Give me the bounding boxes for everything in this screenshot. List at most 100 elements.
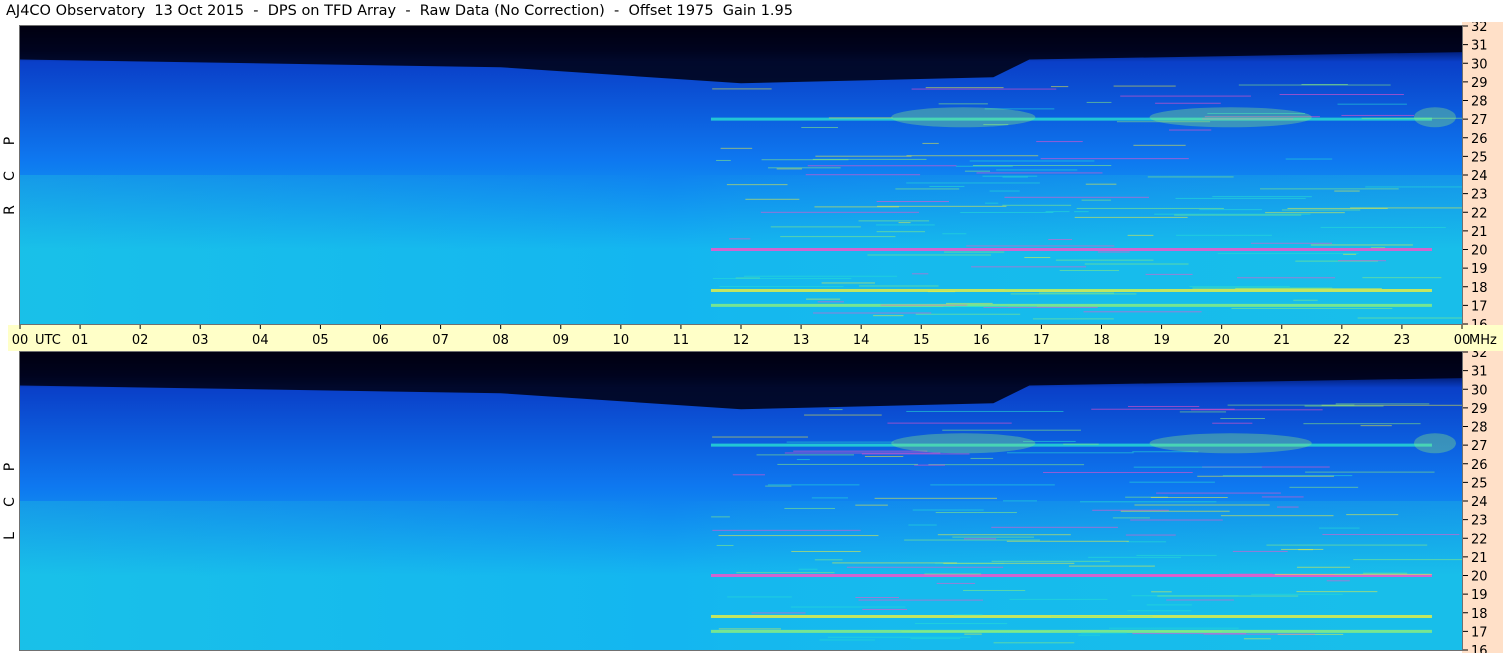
- band-line-17mhz: [710, 629, 1432, 633]
- interference-line: [1084, 263, 1189, 265]
- time-tick-label-5: 05: [312, 333, 329, 348]
- interference-line: [1010, 293, 1137, 295]
- interference-line: [943, 562, 1075, 564]
- freq-tick-label-29: 29: [1471, 402, 1488, 417]
- interference-line: [720, 147, 753, 149]
- interference-line: [780, 236, 896, 238]
- interference-line: [1274, 573, 1432, 575]
- interference-line: [1113, 85, 1176, 87]
- interference-line: [858, 599, 984, 601]
- time-tick-label-12: 12: [733, 333, 750, 348]
- interference-line: [985, 202, 999, 204]
- interference-line: [908, 524, 937, 526]
- interference-line: [1293, 299, 1318, 301]
- freq-tick-label-18: 18: [1471, 607, 1488, 622]
- interference-line: [942, 233, 967, 235]
- interference-line: [817, 301, 844, 303]
- interference-line: [1320, 226, 1446, 228]
- interference-line: [745, 198, 800, 200]
- time-tick-label-14: 14: [853, 333, 870, 348]
- interference-line: [1074, 211, 1089, 213]
- freq-tick-label-20: 20: [1471, 244, 1488, 259]
- interference-line: [1133, 144, 1186, 146]
- interference-line: [712, 88, 772, 90]
- interference-line: [1024, 257, 1051, 259]
- time-tick-label-24: 00: [1454, 333, 1471, 348]
- rcp-letter-r: R: [2, 205, 18, 215]
- interference-line: [1217, 252, 1359, 254]
- interference-line: [1175, 197, 1306, 199]
- freq-tick-label-20: 20: [1471, 570, 1488, 585]
- interference-line: [819, 639, 876, 641]
- interference-line: [1002, 204, 1072, 206]
- freq-tick-label-31: 31: [1471, 39, 1488, 54]
- lcp-letter-l: L: [2, 532, 18, 540]
- interference-line: [895, 188, 960, 190]
- interference-line: [963, 589, 1026, 591]
- interference-line: [989, 190, 1020, 192]
- active-patch-0: [891, 433, 1036, 454]
- interference-line: [712, 436, 808, 438]
- active-patch-2: [1413, 433, 1456, 454]
- interference-line: [861, 453, 970, 455]
- freq-tick-label-31: 31: [1471, 365, 1488, 380]
- interference-line: [862, 608, 908, 610]
- freq-tick-label-21: 21: [1471, 551, 1488, 566]
- time-tick-label-11: 11: [673, 333, 690, 348]
- interference-line: [1231, 307, 1393, 309]
- interference-line: [911, 88, 1057, 90]
- interference-line: [1343, 253, 1357, 255]
- interference-line: [1040, 158, 1189, 160]
- interference-line: [877, 205, 1007, 207]
- interference-line: [858, 220, 930, 222]
- interference-line: [991, 526, 1118, 528]
- freq-tick-label-26: 26: [1471, 132, 1488, 147]
- interference-line: [1092, 509, 1169, 511]
- freq-tick-label-19: 19: [1471, 588, 1488, 603]
- interference-line: [1303, 423, 1421, 425]
- interference-line: [1341, 114, 1415, 116]
- interference-line: [914, 623, 1008, 625]
- interference-line: [1365, 186, 1462, 188]
- time-tick-label-17: 17: [1033, 333, 1050, 348]
- freq-tick-label-29: 29: [1471, 76, 1488, 91]
- interference-line: [924, 573, 982, 575]
- interference-line: [1078, 634, 1101, 636]
- chart-title: AJ4CO Observatory 13 Oct 2015 - DPS on T…: [6, 3, 793, 19]
- time-tick-label-23: 23: [1394, 333, 1411, 348]
- time-tick-label-1: 01: [72, 333, 89, 348]
- interference-line: [1048, 239, 1073, 241]
- interference-line: [1353, 559, 1462, 561]
- interference-line: [928, 464, 1085, 466]
- interference-line: [972, 165, 1112, 167]
- interference-line: [855, 504, 888, 506]
- interference-line: [906, 182, 1040, 184]
- interference-line: [801, 127, 839, 129]
- freq-unit-label: MHz: [1469, 333, 1497, 348]
- interference-line: [805, 174, 921, 176]
- time-tick-label-19: 19: [1153, 333, 1170, 348]
- interference-line: [790, 606, 906, 608]
- interference-line: [1337, 103, 1407, 105]
- interference-line: [1277, 506, 1299, 508]
- interference-line: [1085, 183, 1117, 185]
- interference-line: [793, 450, 928, 452]
- time-tick-label-18: 18: [1093, 333, 1110, 348]
- interference-line: [768, 167, 841, 169]
- interference-line: [915, 313, 1021, 315]
- time-tick-label-10: 10: [613, 333, 630, 348]
- interference-line: [1220, 515, 1334, 517]
- interference-line: [1203, 633, 1316, 635]
- interference-line: [1074, 216, 1188, 218]
- band-line-17mhz: [710, 303, 1432, 307]
- time-unit-label: UTC: [35, 333, 61, 348]
- interference-line: [901, 631, 1051, 633]
- interference-line: [927, 291, 956, 293]
- time-tick-label-3: 03: [192, 333, 209, 348]
- time-tick-label-22: 22: [1334, 333, 1351, 348]
- freq-tick-label-18: 18: [1471, 281, 1488, 296]
- interference-line: [1006, 540, 1129, 542]
- time-tick-label-15: 15: [913, 333, 930, 348]
- interference-line: [827, 636, 971, 638]
- interference-line: [906, 410, 1064, 412]
